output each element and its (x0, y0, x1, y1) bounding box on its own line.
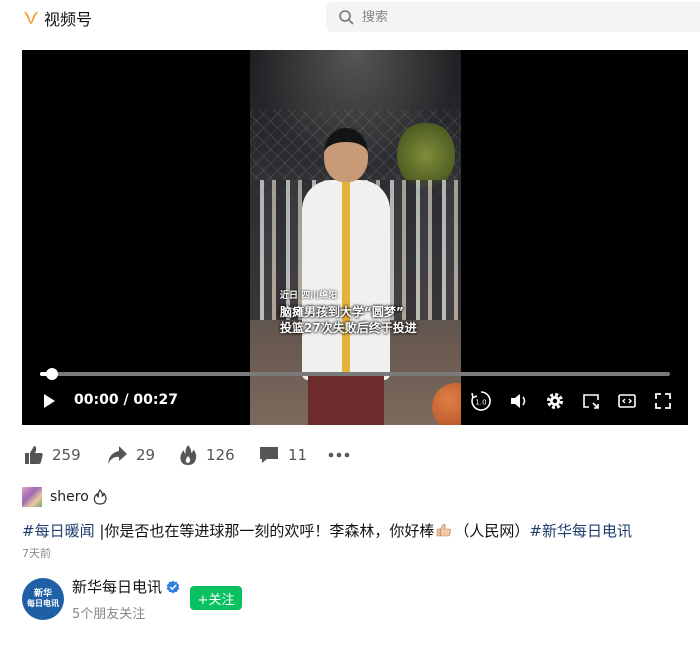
playback-speed-button[interactable]: 1.0 (468, 388, 494, 414)
video-player[interactable]: 近日 四川绵阳 脑瘫男孩到大学“圆梦” 投篮27次失败后终于投进 00:00 /… (22, 50, 688, 425)
picture-in-picture-button[interactable] (614, 388, 640, 414)
video-caption: 近日 四川绵阳 脑瘫男孩到大学“圆梦” 投篮27次失败后终于投进 (280, 288, 417, 336)
video-frame[interactable]: 近日 四川绵阳 脑瘫男孩到大学“圆梦” 投篮27次失败后终于投进 (250, 50, 461, 425)
account-name-row[interactable]: 新华每日电讯 (72, 576, 180, 597)
volume-button[interactable] (506, 388, 532, 414)
like-button[interactable]: 259 (24, 440, 81, 470)
caption-line-1: 脑瘫男孩到大学“圆梦” (280, 305, 404, 319)
player-controls: 00:00 / 00:27 1.0 (22, 388, 688, 414)
volume-icon (511, 394, 526, 408)
author-avatar[interactable] (22, 487, 42, 507)
search-input[interactable] (362, 9, 662, 25)
fullscreen-button[interactable] (650, 388, 676, 414)
fire-icon (180, 445, 197, 465)
hashtag-link[interactable]: #新华每日电讯 (529, 522, 632, 540)
picture-in-picture-icon (618, 394, 636, 408)
account-avatar[interactable]: 新华 每日电讯 (22, 578, 64, 620)
time-display: 00:00 / 00:27 (74, 392, 178, 408)
account-avatar-line-1: 新华 (33, 589, 52, 599)
follow-button[interactable]: +关注 (190, 586, 242, 610)
more-button[interactable] (328, 440, 358, 470)
thumbs-up-emoji-icon (437, 523, 452, 537)
author-row[interactable]: shero (22, 487, 107, 507)
progress-handle[interactable] (46, 368, 58, 380)
post-time: 7天前 (22, 547, 51, 560)
svg-text:1.0: 1.0 (475, 399, 486, 407)
author-name[interactable]: shero (50, 489, 89, 505)
more-icon (328, 452, 350, 458)
thumbs-up-icon (25, 446, 43, 464)
cast-icon (583, 394, 599, 409)
comment-count: 11 (288, 446, 308, 464)
channels-logo-icon (23, 11, 39, 25)
account-name[interactable]: 新华每日电讯 (72, 576, 162, 597)
caption-line-2: 投篮27次失败后终于投进 (280, 321, 417, 335)
flame-outline-icon (93, 489, 107, 505)
jersey-stripe (342, 180, 350, 380)
progress-bar[interactable] (40, 368, 670, 380)
account-card: 新华 每日电讯 新华每日电讯 5个朋友关注 +关注 (22, 576, 622, 622)
share-button[interactable]: 29 (106, 440, 155, 470)
settings-icon (547, 393, 563, 409)
post-source: （人民网） (454, 522, 530, 540)
action-bar: 259 29 126 11 (22, 440, 682, 470)
share-count: 29 (136, 446, 156, 464)
search-bar[interactable] (326, 2, 700, 32)
brand[interactable]: 视频号 (22, 6, 92, 30)
share-icon (108, 446, 127, 464)
head (324, 128, 368, 182)
play-icon (44, 394, 55, 408)
brand-name: 视频号 (44, 10, 93, 29)
friends-following-note: 5个朋友关注 (72, 607, 146, 622)
recommend-button[interactable]: 126 (178, 440, 235, 470)
comment-icon (260, 447, 278, 463)
like-count: 259 (52, 446, 81, 464)
fire-count: 126 (206, 446, 235, 464)
settings-button[interactable] (542, 388, 568, 414)
caption-location: 近日 四川绵阳 (280, 291, 338, 301)
fullscreen-icon (655, 393, 671, 409)
comment-button[interactable]: 11 (258, 440, 307, 470)
verified-badge-icon (166, 580, 180, 593)
post-description: #每日暖闻 |你是否也在等进球那一刻的欢呼！李森林，你好棒 （人民网）#新华每日电… (22, 520, 692, 541)
play-button[interactable] (38, 388, 60, 414)
playback-speed-icon: 1.0 (471, 391, 491, 411)
top-bar: 视频号 (0, 0, 700, 36)
hashtag-link[interactable]: #每日暖闻 (22, 522, 95, 540)
post-text: |你是否也在等进球那一刻的欢呼！李森林，你好棒 (94, 522, 435, 540)
account-avatar-line-2: 每日电讯 (27, 599, 59, 608)
video-player-boy (302, 128, 461, 425)
search-icon (339, 10, 354, 25)
cast-button[interactable] (578, 388, 604, 414)
